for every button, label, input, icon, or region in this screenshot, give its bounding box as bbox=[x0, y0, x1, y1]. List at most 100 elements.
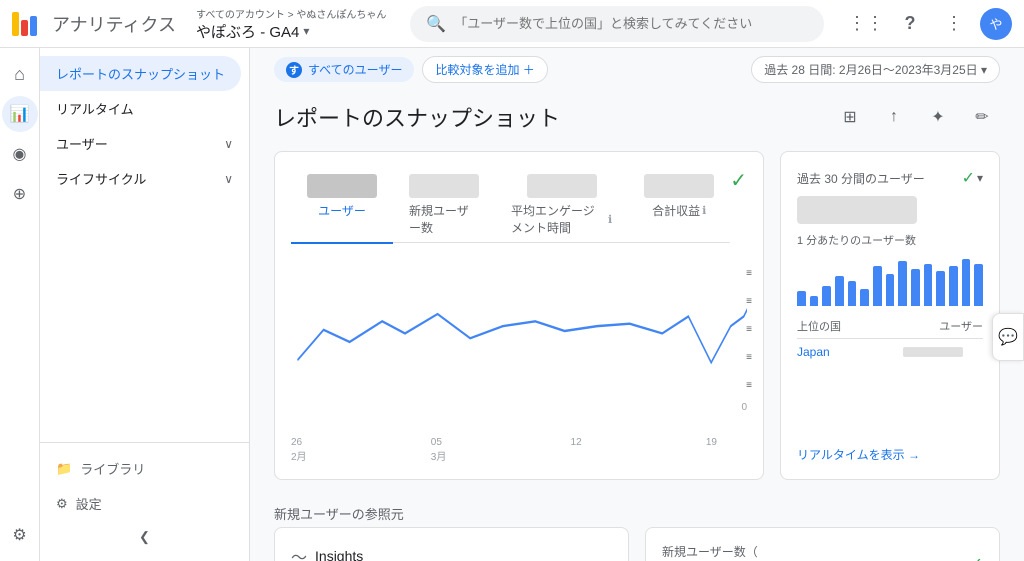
chart-icon-5[interactable]: ≡ bbox=[739, 375, 759, 395]
realtime-check: ✓ ▾ bbox=[962, 168, 983, 188]
sidebar-section-lifecycle[interactable]: ライフサイクル ∨ bbox=[40, 161, 249, 196]
search-bar[interactable]: 🔍 bbox=[410, 6, 824, 42]
realtime-country-name: Japan bbox=[797, 345, 830, 359]
line-chart bbox=[291, 263, 747, 433]
table-view-button[interactable]: ⊞ bbox=[832, 99, 868, 135]
sidebar-item-snapshot[interactable]: レポートのスナップショット bbox=[40, 56, 241, 91]
chart-polyline bbox=[298, 297, 747, 363]
mini-bar-1 bbox=[797, 291, 806, 306]
tab-engagement-value bbox=[527, 174, 597, 198]
nav-audience[interactable]: ⊕ bbox=[2, 176, 38, 212]
nav-reports[interactable]: 📊 bbox=[2, 96, 38, 132]
sidebar-item-realtime[interactable]: リアルタイム bbox=[40, 91, 241, 126]
logo-bar-yellow bbox=[12, 12, 19, 36]
add-compare-label: 比較対象を追加 ＋ bbox=[435, 61, 534, 78]
share-button[interactable]: ↑ bbox=[876, 99, 912, 135]
new-users-check-icon: ✓ bbox=[970, 554, 983, 561]
tab-new-users[interactable]: 新規ユーザー数 bbox=[393, 168, 495, 244]
realtime-link[interactable]: リアルタイムを表示 → bbox=[797, 446, 983, 463]
search-icon: 🔍 bbox=[426, 14, 446, 34]
chart-icon-3[interactable]: ≡ bbox=[739, 319, 759, 339]
xaxis-label-top-3: 19 bbox=[706, 437, 717, 448]
collapse-icon: ❮ bbox=[139, 529, 150, 545]
realtime-country-bar-container bbox=[903, 345, 983, 359]
mini-bar-6 bbox=[860, 289, 869, 307]
add-compare-button[interactable]: 比較対象を追加 ＋ bbox=[422, 56, 547, 83]
sidebar-item-library[interactable]: 📁 ライブラリ bbox=[40, 451, 249, 486]
tab-revenue-value bbox=[644, 174, 714, 198]
settings-icon-sidebar: ⚙ bbox=[56, 496, 68, 512]
sidebar-snapshot-label: レポートのスナップショット bbox=[56, 64, 225, 83]
more-button[interactable]: ⋮ bbox=[936, 6, 972, 42]
mini-bar-7 bbox=[873, 266, 882, 306]
new-users-title-line1: 新規ユーザー数（ bbox=[662, 545, 758, 559]
xaxis-label-top-1: 05 bbox=[431, 437, 442, 448]
account-dropdown-icon: ▾ bbox=[303, 24, 309, 38]
realtime-subtitle: 1 分あたりのユーザー数 bbox=[797, 232, 983, 248]
date-range-text: 過去 28 日間: 2月26日〜2023年3月25日 ▾ bbox=[764, 61, 987, 78]
chevron-down-icon-lifecycle: ∨ bbox=[224, 172, 233, 186]
bookmark-button[interactable]: ✦ bbox=[920, 99, 956, 135]
filter-chip[interactable]: す すべてのユーザー bbox=[274, 57, 414, 82]
chevron-down-icon: ∨ bbox=[224, 137, 233, 151]
chart-xaxis: 26 2月 05 3月 12 19 bbox=[291, 433, 747, 463]
tab-revenue[interactable]: 合計収益 ℹ bbox=[628, 168, 730, 244]
realtime-dropdown-icon[interactable]: ▾ bbox=[977, 171, 983, 185]
nav-explore[interactable]: ◉ bbox=[2, 136, 38, 172]
logo-bar-red bbox=[21, 20, 28, 36]
main-layout: ⌂ 📊 ◉ ⊕ ⚙ レポートのスナップショット リアルタイム ユーザー ∨ ライ… bbox=[0, 48, 1024, 561]
chart-icon-1[interactable]: ≡ bbox=[739, 263, 759, 283]
card-tabs: ユーザー 新規ユーザー数 平均エンゲージメント時間 ℹ 合計収益 ℹ bbox=[291, 168, 730, 243]
mini-bar-14 bbox=[962, 259, 971, 307]
edit-icon: ✏ bbox=[975, 107, 988, 127]
collapse-button[interactable]: ❮ bbox=[40, 521, 249, 553]
nav-settings[interactable]: ⚙ bbox=[2, 517, 38, 553]
edit-button[interactable]: ✏ bbox=[964, 99, 1000, 135]
page-title: レポートのスナップショット bbox=[274, 101, 560, 133]
sidebar-lifecycle-label: ライフサイクル bbox=[56, 169, 146, 188]
chart-area: 0 ≡ ≡ ≡ ≡ ≡ bbox=[291, 263, 747, 433]
right-panel-button[interactable]: 💬 bbox=[992, 313, 1024, 361]
search-input[interactable] bbox=[454, 16, 808, 31]
account-name: やぽぶろ - GA4 bbox=[196, 21, 299, 42]
settings-icon: ⚙ bbox=[12, 525, 26, 545]
avatar[interactable]: や bbox=[980, 8, 1012, 40]
chat-icon: 💬 bbox=[998, 327, 1018, 347]
xaxis-item-0: 26 2月 bbox=[291, 437, 307, 463]
breadcrumb-area: すべてのアカウント > やぬさんぽんちゃん やぽぶろ - GA4 ▾ bbox=[196, 6, 386, 42]
xaxis-label-top-0: 26 bbox=[291, 437, 302, 448]
sidebar-section-users[interactable]: ユーザー ∨ bbox=[40, 126, 249, 161]
breadcrumb-text: すべてのアカウント > やぬさんぽんちゃん bbox=[196, 6, 386, 21]
card-tabs-row: ユーザー 新規ユーザー数 平均エンゲージメント時間 ℹ 合計収益 ℹ bbox=[291, 168, 747, 255]
tab-engagement[interactable]: 平均エンゲージメント時間 ℹ bbox=[495, 168, 628, 244]
page-actions: ⊞ ↑ ✦ ✏ bbox=[832, 99, 1000, 135]
left-nav: ⌂ 📊 ◉ ⊕ ⚙ bbox=[0, 48, 40, 561]
audience-icon: ⊕ bbox=[13, 184, 26, 204]
help-button[interactable]: ? bbox=[892, 6, 928, 42]
nav-home[interactable]: ⌂ bbox=[2, 56, 38, 92]
tab-engagement-label: 平均エンゲージメント時間 ℹ bbox=[511, 202, 612, 236]
more-icon: ⋮ bbox=[945, 13, 963, 34]
cards-container: ユーザー 新規ユーザー数 平均エンゲージメント時間 ℹ 合計収益 ℹ bbox=[250, 143, 1024, 496]
mini-bar-10 bbox=[911, 269, 920, 307]
apps-button[interactable]: ⋮⋮ bbox=[848, 6, 884, 42]
sidebar-item-settings[interactable]: ⚙ 設定 bbox=[40, 486, 249, 521]
realtime-country-row: Japan bbox=[797, 345, 983, 359]
realtime-card: 過去 30 分間のユーザー ✓ ▾ 1 分あたりのユーザー数 bbox=[780, 151, 1000, 480]
mini-bar-11 bbox=[924, 264, 933, 307]
top-header: アナリティクス すべてのアカウント > やぬさんぽんちゃん やぽぶろ - GA4… bbox=[0, 0, 1024, 48]
date-range-selector[interactable]: 過去 28 日間: 2月26日〜2023年3月25日 ▾ bbox=[751, 56, 1000, 83]
table-icon: ⊞ bbox=[843, 107, 856, 127]
share-icon: ↑ bbox=[890, 108, 898, 126]
breadcrumb: すべてのアカウント > やぬさんぽんちゃん bbox=[196, 6, 386, 21]
account-selector[interactable]: やぽぶろ - GA4 ▾ bbox=[196, 21, 386, 42]
tab-users[interactable]: ユーザー bbox=[291, 168, 393, 244]
filter-chip-icon: す bbox=[286, 62, 302, 78]
chart-icon-4[interactable]: ≡ bbox=[739, 347, 759, 367]
check-icon: ✓ bbox=[730, 168, 747, 193]
insights-wave-icon: 〜 bbox=[291, 544, 307, 561]
sidebar-bottom: 📁 ライブラリ ⚙ 設定 ❮ bbox=[40, 442, 249, 553]
insights-header: 〜 Insights bbox=[291, 544, 612, 561]
chart-icon-2[interactable]: ≡ bbox=[739, 291, 759, 311]
insights-title: Insights bbox=[315, 548, 363, 561]
